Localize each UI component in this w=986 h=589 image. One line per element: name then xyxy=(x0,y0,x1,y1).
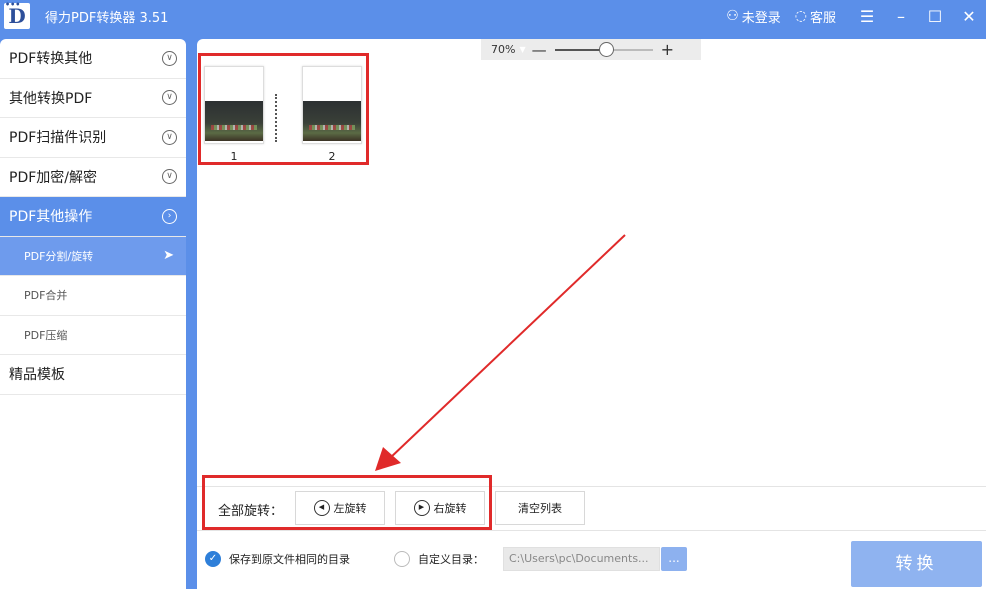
output-path-field[interactable]: C:\Users\pc\Documents... xyxy=(503,547,660,571)
customer-service-button[interactable]: ◌ 客服 xyxy=(795,7,836,26)
custom-dir-label: 自定义目录： xyxy=(418,553,484,566)
rotate-right-label: 右旋转 xyxy=(433,502,467,515)
sidebar-subitem-merge[interactable]: PDF合并 xyxy=(0,276,186,316)
sidebar-subitem-label: PDF分割/旋转 xyxy=(24,249,94,263)
same-dir-label: 保存到原文件相同的目录 xyxy=(229,553,350,566)
rotate-all-label: 全部旋转： xyxy=(218,504,284,519)
chevron-down-icon: ∨ xyxy=(162,50,177,66)
title-bar: ••• D 得力PDF转换器 3.51 ⚇ 未登录 ◌ 客服 ☰ – ☐ ✕ xyxy=(0,0,986,32)
sidebar-item-label: PDF加密/解密 xyxy=(9,169,97,186)
rotate-left-icon: ◀ xyxy=(313,500,330,516)
clear-list-button[interactable]: 清空列表 xyxy=(495,491,585,525)
radio-button[interactable] xyxy=(394,551,410,567)
sidebar-subitem-compress[interactable]: PDF压缩 xyxy=(0,316,186,355)
rotate-left-button[interactable]: ◀ 左旋转 xyxy=(295,491,385,525)
maximize-icon[interactable]: ☐ xyxy=(918,7,952,26)
sidebar-item-label: PDF其他操作 xyxy=(9,209,93,226)
clear-list-label: 清空列表 xyxy=(518,502,562,515)
sidebar-subitem-split-rotate[interactable]: PDF分割/旋转 ➤ xyxy=(0,236,186,276)
rotate-left-label: 左旋转 xyxy=(333,502,367,515)
rotate-right-icon: ▶ xyxy=(413,500,430,516)
browse-button[interactable]: ... xyxy=(661,547,687,571)
sidebar-item-templates[interactable]: 精品模板 xyxy=(0,355,186,395)
divider xyxy=(197,530,986,531)
sidebar-subitem-label: PDF合并 xyxy=(24,289,68,303)
chevron-down-icon: ∨ xyxy=(162,129,177,145)
user-icon: ⚇ xyxy=(726,8,739,24)
close-icon[interactable]: ✕ xyxy=(952,7,986,26)
service-label: 客服 xyxy=(809,10,836,26)
chat-bubble-icon: ◌ xyxy=(794,8,807,24)
sidebar-item-label: PDF转换其他 xyxy=(9,51,93,68)
same-dir-option[interactable]: ✓ 保存到原文件相同的目录 xyxy=(205,551,350,567)
custom-dir-option[interactable]: 自定义目录： xyxy=(394,551,484,567)
sidebar: PDF转换其他 ∨ 其他转换PDF ∨ PDF扫描件识别 ∨ PDF加密/解密 … xyxy=(0,39,186,589)
sidebar-subitem-label: PDF压缩 xyxy=(24,328,68,342)
chevron-right-icon: › xyxy=(162,208,177,224)
sidebar-item-label: 精品模板 xyxy=(9,367,65,384)
sidebar-item-other-to-pdf[interactable]: 其他转换PDF ∨ xyxy=(0,79,186,118)
sidebar-item-pdf-encrypt[interactable]: PDF加密/解密 ∨ xyxy=(0,158,186,197)
sidebar-item-pdf-ocr[interactable]: PDF扫描件识别 ∨ xyxy=(0,118,186,158)
rotate-right-button[interactable]: ▶ 右旋转 xyxy=(395,491,485,525)
sidebar-item-pdf-other-ops[interactable]: PDF其他操作 › xyxy=(0,197,186,237)
arrow-right-icon: ➤ xyxy=(163,248,174,264)
checkmark-icon[interactable]: ✓ xyxy=(205,551,221,567)
sidebar-item-pdf-to-other[interactable]: PDF转换其他 ∨ xyxy=(0,39,186,79)
hamburger-icon[interactable]: ☰ xyxy=(850,7,884,26)
app-logo: ••• D xyxy=(4,0,30,29)
sidebar-item-label: PDF扫描件识别 xyxy=(9,130,107,147)
sidebar-item-label: 其他转换PDF xyxy=(9,90,93,107)
chevron-down-icon: ∨ xyxy=(162,90,177,106)
logo-dots-icon: ••• xyxy=(5,0,21,9)
login-button[interactable]: ⚇ 未登录 xyxy=(726,7,781,26)
chevron-down-icon: ∨ xyxy=(162,169,177,185)
main-panel: 70% ▼ — + 1 2 全部旋转： ◀ 左旋转 ▶ 右旋转 清空列表 ✓ 保… xyxy=(197,39,986,589)
login-label: 未登录 xyxy=(741,10,781,26)
minimize-icon[interactable]: – xyxy=(884,7,918,26)
convert-button[interactable]: 转换 xyxy=(851,541,982,587)
app-title: 得力PDF转换器 3.51 xyxy=(45,11,169,26)
